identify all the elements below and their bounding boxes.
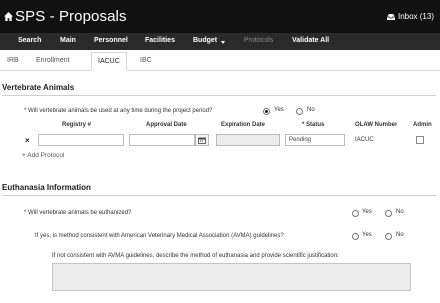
- col-status: * Status: [302, 122, 325, 128]
- nav-facilities[interactable]: Facilities: [145, 37, 175, 44]
- add-protocol-link[interactable]: + Add Protocol: [22, 152, 64, 159]
- section-title-euthanasia: Euthanasia Information: [2, 183, 91, 192]
- admin-checkbox[interactable]: [416, 136, 424, 144]
- inbox-icon: [386, 13, 395, 20]
- calendar-icon: [198, 137, 206, 144]
- main-nav: Search Main Personnel Facilities Budget …: [0, 33, 440, 50]
- section-divider: [2, 95, 436, 96]
- section-divider: [2, 195, 436, 196]
- remove-row-icon[interactable]: ×: [25, 136, 30, 145]
- add-protocol-label: Add Protocol: [27, 152, 65, 159]
- justification-prompt: If not consistent with AVMA guidelines, …: [52, 253, 339, 259]
- avma-yes-radio[interactable]: [352, 233, 359, 240]
- justification-textarea[interactable]: [52, 263, 411, 291]
- euthanized-question: * Will vertebrate animals be euthanized?: [24, 210, 132, 216]
- protocol-tabs: IRB Enrollment IACUC IBC: [0, 52, 440, 71]
- euthanized-no-label: No: [396, 209, 404, 215]
- col-admin: Admin: [413, 122, 432, 128]
- euthanized-no-radio[interactable]: [385, 210, 392, 217]
- vertebrate-no-radio[interactable]: [296, 108, 303, 115]
- tab-iacuc[interactable]: IACUC: [91, 52, 127, 71]
- euthanized-yes-radio[interactable]: [352, 210, 359, 217]
- tab-ibc[interactable]: IBC: [140, 57, 152, 64]
- tab-irb[interactable]: IRB: [7, 57, 19, 64]
- avma-question: If yes, is method consistent with Americ…: [35, 233, 284, 239]
- nav-personnel[interactable]: Personnel: [94, 37, 128, 44]
- registry-input[interactable]: [38, 134, 124, 146]
- vertebrate-yes-radio[interactable]: [263, 108, 270, 115]
- olaw-number-value: IACUC: [355, 137, 374, 143]
- col-registry: Registry #: [62, 122, 92, 128]
- col-olaw-number: OLAW Number: [355, 122, 398, 128]
- vertebrate-no-label: No: [307, 107, 315, 113]
- inbox-link[interactable]: Inbox (13): [386, 12, 434, 21]
- tab-enrollment[interactable]: Enrollment: [36, 57, 69, 64]
- nav-budget[interactable]: Budget: [193, 37, 217, 44]
- nav-protocols[interactable]: Protocols: [244, 37, 273, 44]
- approval-date-input[interactable]: [129, 134, 195, 146]
- avma-yes-label: Yes: [362, 232, 372, 238]
- inbox-label: Inbox (13): [397, 12, 434, 21]
- vertebrate-question: * Will vertebrate animals be used at any…: [24, 108, 213, 114]
- caret-down-icon: [221, 41, 225, 44]
- col-approval-date: Approval Date: [146, 122, 187, 128]
- avma-no-radio[interactable]: [385, 233, 392, 240]
- home-icon[interactable]: [4, 12, 13, 21]
- vertebrate-yes-label: Yes: [274, 107, 284, 113]
- status-input[interactable]: Pending: [285, 134, 345, 146]
- expiration-date-input[interactable]: [216, 134, 280, 146]
- calendar-button[interactable]: [195, 134, 209, 146]
- euthanized-yes-label: Yes: [362, 209, 372, 215]
- avma-no-label: No: [396, 232, 404, 238]
- nav-validate-all[interactable]: Validate All: [292, 37, 329, 44]
- col-expiration-date: Expiration Date: [221, 122, 266, 128]
- app-header: SPS - Proposals Inbox (13): [0, 0, 440, 33]
- app-title: SPS - Proposals: [15, 8, 127, 25]
- nav-search[interactable]: Search: [18, 37, 41, 44]
- nav-main[interactable]: Main: [60, 37, 76, 44]
- section-title-vertebrate: Vertebrate Animals: [2, 83, 75, 92]
